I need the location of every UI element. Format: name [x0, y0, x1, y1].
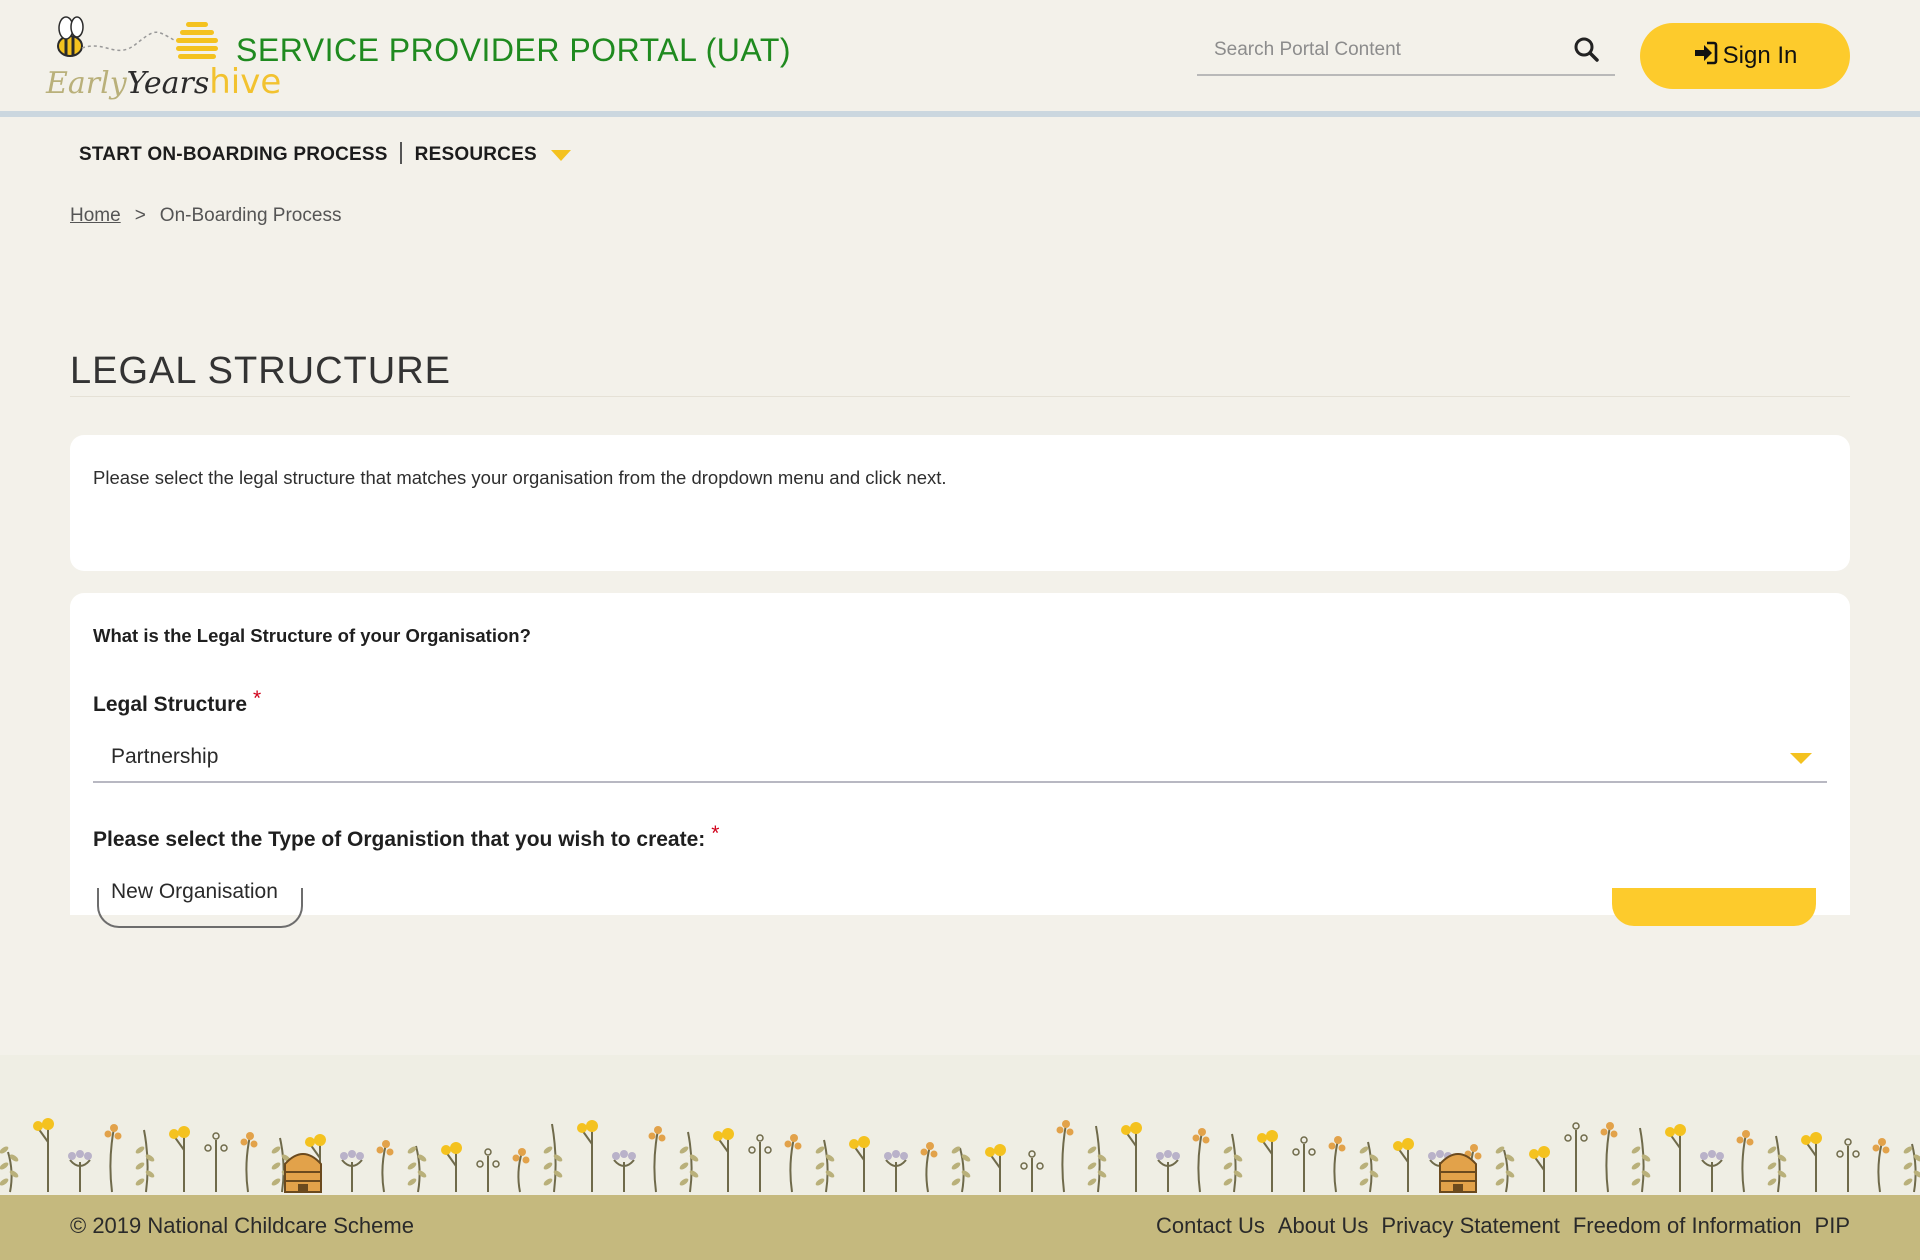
breadcrumb-home-link[interactable]: Home	[70, 205, 121, 227]
required-marker: *	[253, 687, 262, 710]
legal-structure-select[interactable]: Partnership	[93, 733, 1827, 783]
footer-links: Contact Us About Us Privacy Statement Fr…	[1156, 1213, 1850, 1239]
required-marker: *	[711, 822, 720, 845]
portal-title: SERVICE PROVIDER PORTAL (UAT)	[236, 32, 792, 68]
logo-word-years: Years	[126, 66, 210, 101]
search-input[interactable]	[1197, 30, 1574, 70]
previous-button[interactable]	[97, 888, 303, 928]
logo-word-early: Early	[46, 66, 127, 101]
footer-link-contact[interactable]: Contact Us	[1156, 1213, 1265, 1239]
nav-item-resources[interactable]: RESOURCES	[415, 144, 537, 166]
legal-structure-value: Partnership	[111, 745, 219, 768]
search-bar	[1197, 30, 1615, 76]
breadcrumb-separator: >	[134, 205, 146, 226]
nav-item-start-onboarding[interactable]: START ON-BOARDING PROCESS	[79, 144, 388, 166]
flower-border-decoration	[0, 1118, 1920, 1193]
bee-icon	[57, 16, 218, 59]
early-years-hive-logo[interactable]: EarlyYearshive	[46, 10, 281, 102]
caret-down-icon[interactable]	[550, 149, 571, 161]
nav-separator	[399, 142, 402, 164]
title-divider	[70, 396, 1850, 397]
breadcrumb-current: On-Boarding Process	[159, 205, 342, 226]
legal-structure-label-text: Legal Structure	[93, 693, 248, 716]
footer-link-about[interactable]: About Us	[1278, 1213, 1369, 1239]
organisation-type-label: Please select the Type of Organistion th…	[93, 822, 719, 852]
organisation-type-label-text: Please select the Type of Organistion th…	[93, 828, 706, 851]
sign-in-icon	[1693, 40, 1719, 73]
page-title: LEGAL STRUCTURE	[70, 350, 451, 392]
footer-link-privacy[interactable]: Privacy Statement	[1381, 1213, 1560, 1239]
legal-structure-label: Legal Structure *	[93, 687, 261, 717]
sign-in-button[interactable]: Sign In	[1640, 23, 1850, 89]
legal-structure-form: What is the Legal Structure of your Orga…	[70, 593, 1850, 915]
copyright-text: © 2019 National Childcare Scheme	[70, 1213, 414, 1238]
sign-in-label: Sign In	[1722, 42, 1798, 69]
footer-link-pip[interactable]: PIP	[1815, 1213, 1850, 1239]
section-question: What is the Legal Structure of your Orga…	[93, 625, 531, 646]
intro-card: Please select the legal structure that m…	[70, 435, 1850, 571]
next-button[interactable]	[1612, 888, 1816, 926]
search-icon[interactable]	[1571, 34, 1603, 66]
main-nav: START ON-BOARDING PROCESS RESOURCES	[79, 142, 571, 168]
site-header: EarlyYearshive SERVICE PROVIDER PORTAL (…	[0, 0, 1920, 113]
footer-link-foi[interactable]: Freedom of Information	[1573, 1213, 1802, 1239]
intro-text: Please select the legal structure that m…	[93, 467, 947, 488]
site-footer: © 2019 National Childcare Scheme Contact…	[0, 1195, 1920, 1260]
header-divider	[0, 111, 1920, 117]
chevron-down-icon	[1790, 753, 1812, 764]
organisation-type-select[interactable]: New Organisation	[93, 868, 1827, 915]
breadcrumb: Home > On-Boarding Process	[70, 205, 341, 227]
